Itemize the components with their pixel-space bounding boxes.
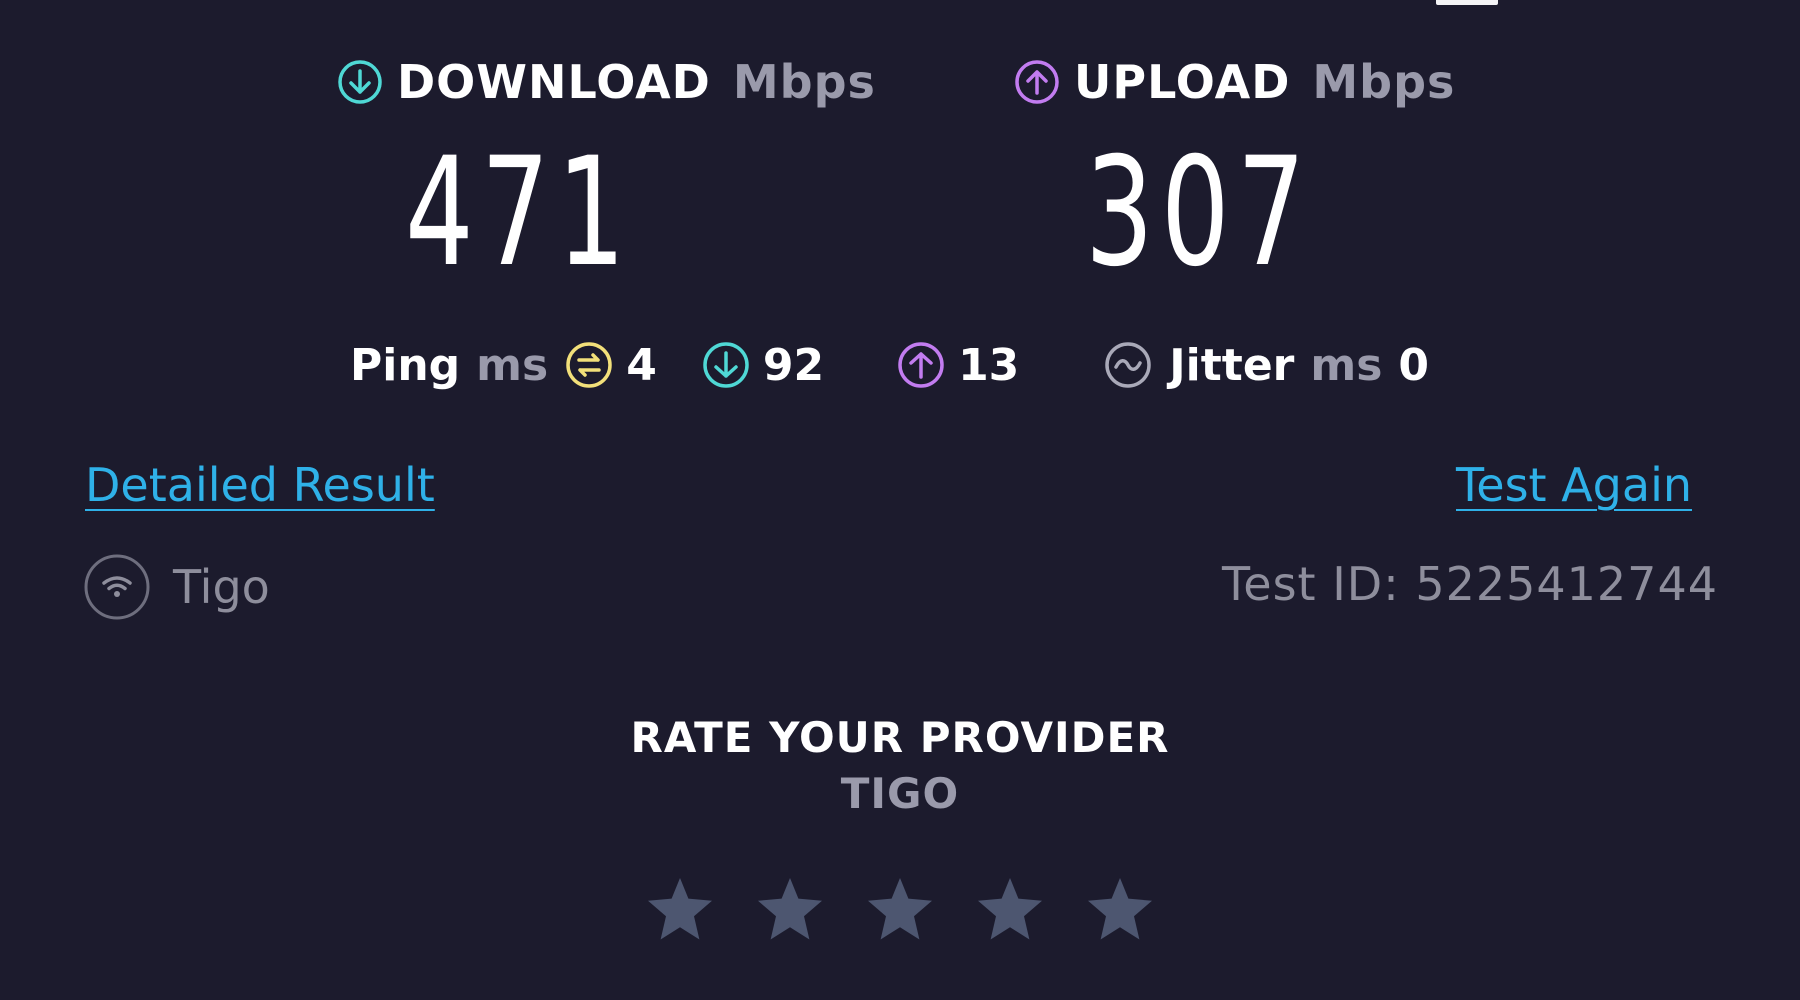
provider-name: Tigo xyxy=(173,560,270,614)
star-3[interactable] xyxy=(866,876,934,942)
wifi-icon xyxy=(83,553,151,621)
star-4[interactable] xyxy=(976,876,1044,942)
arrow-down-circle-icon xyxy=(337,59,383,105)
ping-label: Ping xyxy=(350,339,461,391)
upload-label: UPLOAD xyxy=(1074,55,1291,109)
ping-unit: ms xyxy=(476,339,549,391)
upload-header: UPLOAD Mbps xyxy=(1014,52,1455,112)
ping-idle-icon xyxy=(564,340,614,390)
download-label: DOWNLOAD xyxy=(397,55,711,109)
download-unit: Mbps xyxy=(732,55,876,109)
test-again-link[interactable]: Test Again xyxy=(1456,458,1692,512)
ping-download-value: 92 xyxy=(762,339,825,391)
jitter-label: Jitter xyxy=(1169,339,1295,391)
arrow-down-circle-icon xyxy=(701,340,751,390)
detailed-result-link[interactable]: Detailed Result xyxy=(85,458,435,512)
upload-speed-value: 307 xyxy=(1085,126,1313,300)
ping-upload-value: 13 xyxy=(958,339,1020,391)
download-header: DOWNLOAD Mbps xyxy=(337,52,876,112)
provider-info: Tigo xyxy=(83,553,270,621)
ping-idle-value: 4 xyxy=(626,339,657,391)
star-rating xyxy=(0,876,1800,942)
star-5[interactable] xyxy=(1086,876,1154,942)
jitter-wave-icon xyxy=(1103,340,1153,390)
ping-row: Ping ms 4 92 13 Jitter ms 0 xyxy=(350,335,1429,395)
test-id: Test ID: 5225412744 xyxy=(1222,557,1718,611)
arrow-up-circle-icon xyxy=(1014,59,1060,105)
jitter-unit: ms xyxy=(1310,339,1383,391)
rate-provider-title: RATE YOUR PROVIDER xyxy=(630,713,1170,762)
star-1[interactable] xyxy=(646,876,714,942)
status-bar-fragment xyxy=(1436,0,1498,5)
download-speed-value: 471 xyxy=(405,126,633,300)
upload-unit: Mbps xyxy=(1312,55,1456,109)
jitter-value: 0 xyxy=(1398,339,1430,391)
rate-provider-name: TIGO xyxy=(840,769,960,818)
star-2[interactable] xyxy=(756,876,824,942)
arrow-up-circle-icon xyxy=(896,340,946,390)
